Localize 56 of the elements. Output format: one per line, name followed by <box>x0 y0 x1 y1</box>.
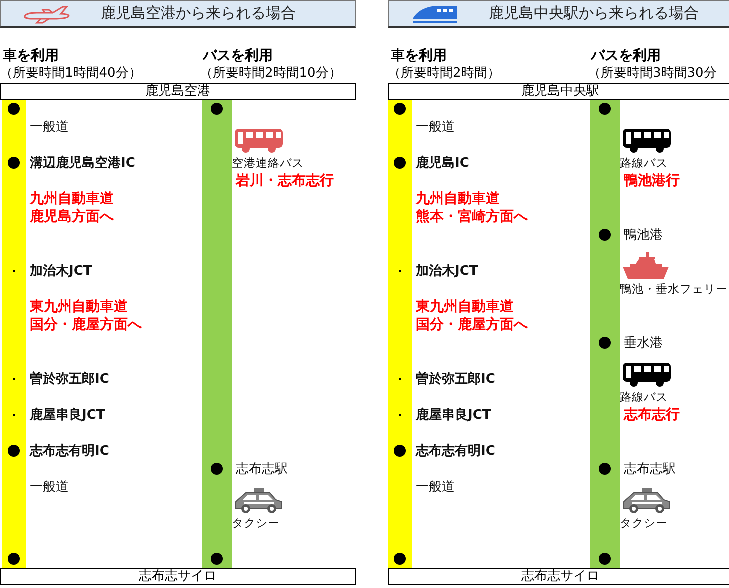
destination-label: 岩川・志布志行 <box>234 172 335 190</box>
panel-title: 鹿児島空港から来られる場合 <box>101 4 296 23</box>
interchange-label: 鹿屋串良JCT <box>415 406 492 424</box>
stop-label: 志布志駅 <box>235 461 289 478</box>
origin-label: 鹿児島空港 <box>0 83 356 100</box>
direction-label: 国分・鹿屋方面へ <box>29 316 143 334</box>
interchange-label: 溝辺鹿児島空港IC <box>29 154 136 172</box>
duration-label: （所要時間1時間40分） <box>0 65 143 83</box>
transport-label: 鴨池・垂水フェリー <box>620 282 729 296</box>
transport-label: タクシー <box>620 516 669 530</box>
direction-label: 国分・鹿屋方面へ <box>415 316 529 334</box>
road-label: 一般道 <box>29 119 70 136</box>
taxi-icon <box>622 488 672 514</box>
road-label: 一般道 <box>415 119 456 136</box>
direction-label: 熊本・宮崎方面へ <box>415 208 529 226</box>
road-label: 一般道 <box>29 479 70 496</box>
duration-label: （所要時間2時間10分） <box>200 65 343 83</box>
panel-title: 鹿児島中央駅から来られる場合 <box>489 4 699 23</box>
transport-label: タクシー <box>232 516 281 530</box>
interchange-label: 鹿児島IC <box>415 154 470 172</box>
direction-label: 九州自動車道 <box>29 190 115 208</box>
airplane-icon <box>23 4 71 24</box>
interchange-label: 加治木JCT <box>414 263 480 280</box>
transport-label: 路線バス <box>620 390 669 404</box>
direction-label: 鹿児島方面へ <box>29 208 115 226</box>
mode-heading: 車を利用 <box>390 47 448 65</box>
interchange-label: 曽於弥五郎IC <box>415 370 496 388</box>
mode-heading: バスを利用 <box>590 47 662 65</box>
road-label: 一般道 <box>415 479 456 496</box>
origin-label: 鹿児島中央駅 <box>388 83 729 100</box>
interchange-label: 志布志有明IC <box>414 442 496 460</box>
transport-label: 路線バス <box>620 156 669 170</box>
bus-icon <box>622 128 672 154</box>
duration-label: （所要時間3時間30分 <box>588 65 718 83</box>
transport-label: 空港連絡バス <box>232 156 305 170</box>
direction-label: 東九州自動車道 <box>414 298 515 316</box>
taxi-icon <box>234 488 284 514</box>
stop-label: 鴨池港 <box>623 227 664 244</box>
duration-label: （所要時間2時間） <box>388 65 502 83</box>
destination-label: 志布志行 <box>622 406 681 424</box>
mode-heading: 車を利用 <box>2 47 60 65</box>
direction-label: 九州自動車道 <box>415 190 501 208</box>
destination-box: 志布志サイロ <box>0 568 356 585</box>
mode-heading: バスを利用 <box>202 47 274 65</box>
interchange-label: 志布志有明IC <box>28 442 110 460</box>
bus-icon <box>622 362 672 388</box>
interchange-label: 鹿屋串良JCT <box>29 406 106 424</box>
ferry-icon <box>622 252 670 280</box>
bus-icon <box>234 128 284 154</box>
destination-box: 志布志サイロ <box>388 568 729 585</box>
stop-label: 志布志駅 <box>623 461 677 478</box>
destination-label: 鴨池港行 <box>623 172 681 190</box>
interchange-label: 加治木JCT <box>28 263 94 280</box>
interchange-label: 曽於弥五郎IC <box>29 370 110 388</box>
direction-label: 東九州自動車道 <box>28 298 129 316</box>
stop-label: 垂水港 <box>623 335 664 352</box>
